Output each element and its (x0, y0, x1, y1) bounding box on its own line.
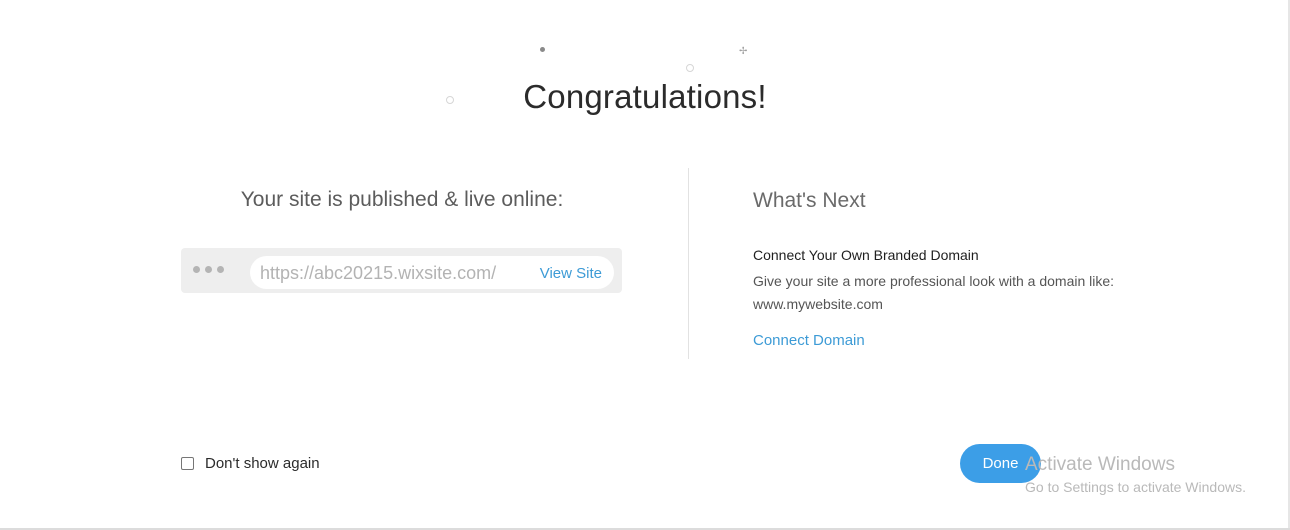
view-site-link[interactable]: View Site (540, 265, 602, 282)
dont-show-checkbox[interactable] (181, 457, 194, 470)
sparkle-icon: ✢ (739, 46, 748, 57)
page-title: Congratulations! (523, 78, 767, 115)
published-heading: Your site is published & live online: (240, 188, 564, 211)
confetti-ring (686, 64, 694, 72)
domain-title: Connect Your Own Branded Domain (753, 247, 979, 263)
site-url-bar: https://abc20215.wixsite.com/ View Site (181, 248, 622, 293)
dont-show-label: Don't show again (205, 455, 320, 472)
activate-windows-title: Activate Windows (1025, 454, 1175, 475)
dont-show-again[interactable]: Don't show again (181, 455, 320, 472)
publish-success-dialog: ✢ Congratulations! Your site is publishe… (0, 0, 1290, 530)
section-divider (688, 168, 689, 359)
browser-dots-icon (193, 266, 229, 273)
whats-next-heading: What's Next (753, 189, 866, 212)
site-url-text: https://abc20215.wixsite.com/ (260, 263, 497, 283)
domain-description: Give your site a more professional look … (753, 273, 1115, 312)
connect-domain-link[interactable]: Connect Domain (753, 332, 865, 349)
site-url-field: https://abc20215.wixsite.com/ View Site (250, 256, 614, 289)
activate-windows-subtitle: Go to Settings to activate Windows. (1025, 479, 1246, 495)
confetti-dot (540, 47, 545, 52)
